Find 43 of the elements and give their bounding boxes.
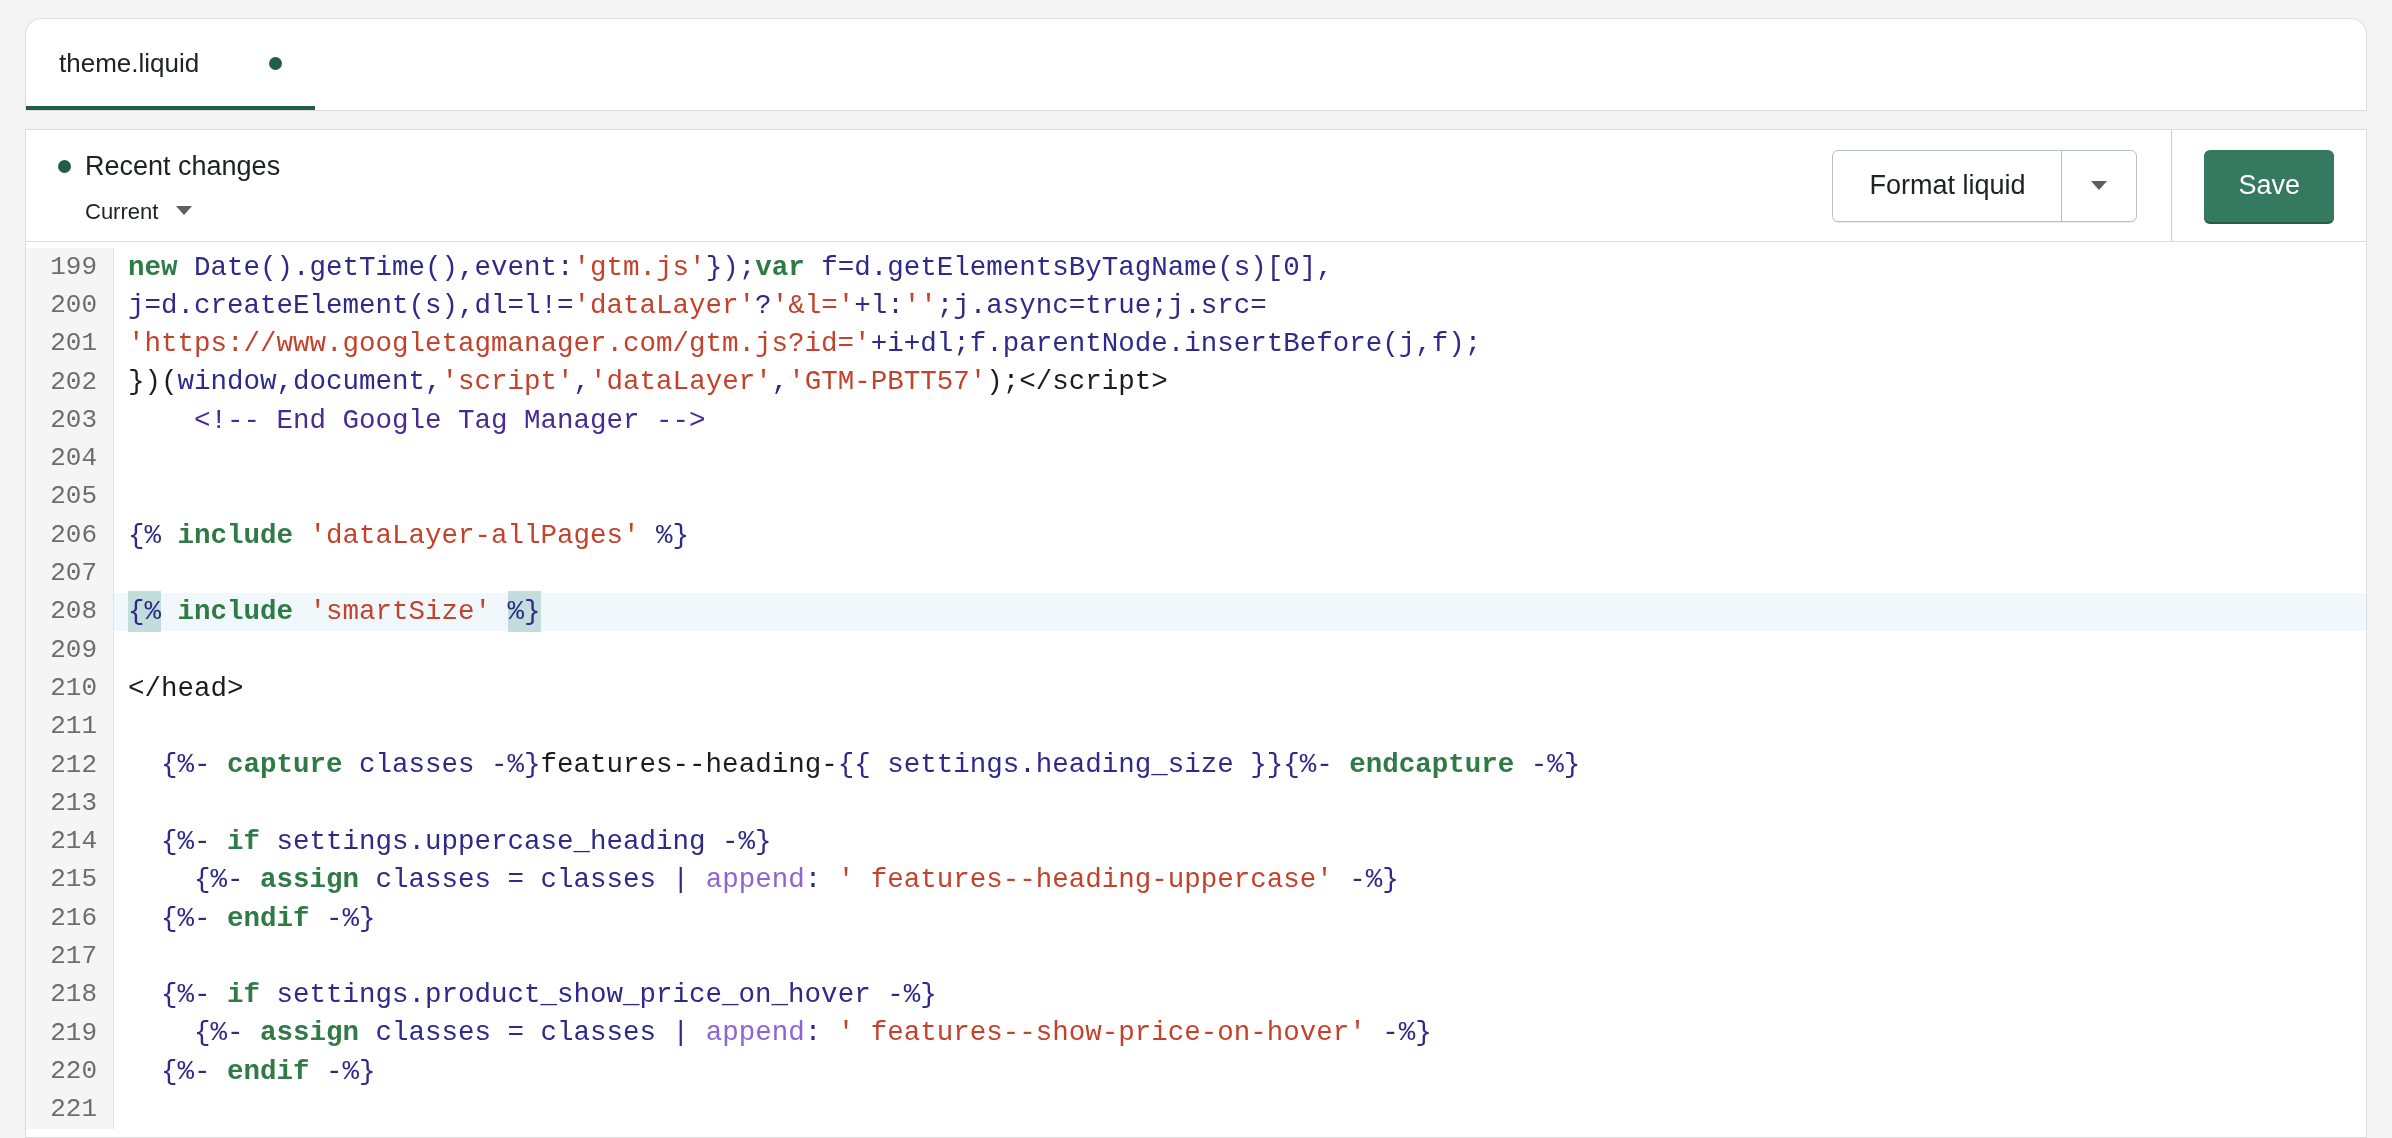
line-number: 201: [26, 324, 114, 363]
code-line: j=d.createElement(s),dl=l!='dataLayer'?'&l='+l:'';j.async=true;j.src=: [127, 288, 1268, 323]
line-number: 220: [26, 1052, 114, 1091]
code-line: </head>: [127, 671, 245, 706]
code-line: {% include 'dataLayer-allPages' %}: [127, 518, 691, 553]
line-number: 202: [26, 362, 114, 402]
line-number: 206: [26, 516, 114, 555]
line-number: 215: [26, 860, 114, 900]
line-number: 221: [26, 1090, 114, 1129]
line-number: 209: [26, 630, 114, 670]
line-number: 213: [26, 784, 114, 823]
code-line: {%- assign classes = classes | append: ' features--heading-uppercase' -%}: [193, 863, 1400, 898]
code-line: {%- if settings.product_show_price_on_hover -%}: [160, 978, 938, 1013]
line-number: 204: [26, 439, 114, 478]
line-number: 199: [26, 248, 114, 287]
line-number: 208: [26, 592, 114, 631]
save-button[interactable]: Save: [2204, 149, 2334, 222]
code-line: {%- endif -%}: [160, 901, 377, 936]
code-line: 'https://www.googletagmanager.com/gtm.js?id='+i+dl;f.parentNode.insertBefore(j,f);: [127, 327, 1483, 362]
code-line: {%- endif -%}: [160, 1054, 377, 1089]
line-number: 216: [26, 899, 114, 938]
code-line: {%- assign classes = classes | append: ' features--show-price-on-hover' -%}: [193, 1016, 1433, 1051]
line-number: 217: [26, 937, 114, 976]
line-number: 212: [26, 745, 114, 785]
code-line: {%- capture classes -%}features--heading-{{ settings.heading_size }}{%- endcapture -%}: [160, 748, 1582, 783]
code-line: })(window,document,'script','dataLayer','GTM-PBTT57');</script>: [127, 365, 1169, 400]
line-number: 207: [26, 554, 114, 593]
caret-icon: [2091, 180, 2108, 191]
code-line: <!-- End Google Tag Manager -->: [193, 403, 707, 438]
line-number: 218: [26, 975, 114, 1014]
line-number: 211: [26, 707, 114, 746]
code-line: {%- if settings.uppercase_heading -%}: [160, 825, 773, 859]
line-number: 203: [26, 401, 114, 440]
caret-icon: [176, 206, 193, 216]
code-line: new Date().getTime(),event:'gtm.js'});var f=d.getElementsByTagName(s)[0],: [127, 250, 1334, 285]
line-number: 210: [26, 669, 114, 708]
line-number: 200: [26, 286, 114, 325]
line-number: 205: [26, 477, 114, 517]
file-tab[interactable]: theme.liquid: [26, 19, 316, 110]
line-number: 214: [26, 822, 114, 861]
line-number: 219: [26, 1013, 114, 1053]
recent-changes-title: Recent changes: [85, 150, 281, 183]
version-dropdown[interactable]: Current: [85, 194, 193, 228]
